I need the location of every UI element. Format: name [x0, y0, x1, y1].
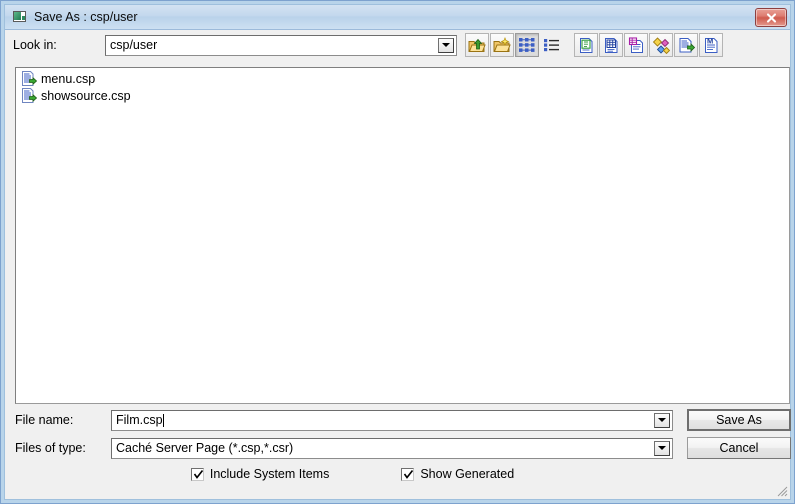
show-generated-label: Show Generated: [420, 467, 515, 481]
show-routine-files-button[interactable]: [674, 33, 698, 57]
chevron-down-icon[interactable]: [654, 440, 670, 456]
files-of-type-row: Files of type: Caché Server Page (*.csp,…: [5, 437, 791, 459]
file-name-row: File name: Film.csp Save As: [5, 409, 791, 431]
look-in-combobox[interactable]: csp/user: [105, 34, 457, 56]
files-of-type-label: Files of type:: [15, 441, 86, 455]
list-view-button[interactable]: [540, 33, 564, 57]
list-item-label: showsource.csp: [41, 88, 131, 103]
svg-text:M: M: [707, 37, 713, 46]
chevron-down-icon[interactable]: [654, 412, 670, 428]
title-bar: Save As : csp/user: [5, 5, 790, 30]
show-macro-files-icon: [652, 36, 670, 54]
save-as-dialog-window: Save As : csp/user Look in: csp/user M m…: [0, 0, 795, 504]
resize-grip[interactable]: [776, 485, 788, 497]
show-mac-files-icon: M: [703, 37, 720, 54]
list-item-label: menu.csp: [41, 71, 96, 86]
chevron-down-icon[interactable]: [438, 37, 454, 53]
list-item[interactable]: menu.csp: [16, 70, 789, 87]
file-name-input[interactable]: Film.csp: [111, 409, 673, 431]
window-title: Save As : csp/user: [34, 10, 138, 24]
include-system-items-label: Include System Items: [209, 467, 330, 481]
dialog-form: File name: Film.csp Save As Files of typ…: [5, 409, 791, 481]
new-folder-icon: [493, 36, 511, 54]
show-csp-files-button[interactable]: [574, 33, 598, 57]
show-routine-files-icon: [678, 37, 695, 54]
list-view-icon: [543, 37, 561, 53]
show-generated-checkbox[interactable]: Show Generated: [401, 467, 514, 481]
cancel-button[interactable]: Cancel: [687, 437, 791, 459]
details-view-icon: [518, 37, 536, 53]
toolbar: M: [465, 33, 724, 57]
file-list-pane[interactable]: menu.csp showsource.csp: [15, 67, 790, 404]
options-row: Include System Items Show Generated: [5, 467, 790, 481]
new-folder-button[interactable]: [490, 33, 514, 57]
file-name-label: File name:: [15, 413, 74, 427]
up-one-level-icon: [468, 37, 486, 54]
close-button[interactable]: [755, 8, 787, 27]
show-mac-files-button[interactable]: M: [699, 33, 723, 57]
checkmark-icon: [190, 467, 204, 481]
up-one-level-button[interactable]: [465, 33, 489, 57]
include-system-items-checkbox[interactable]: Include System Items: [190, 467, 330, 481]
show-class-files-icon: [628, 36, 645, 54]
look-in-row: Look in: csp/user M: [5, 30, 790, 60]
csp-document-icon: [21, 71, 38, 86]
show-table-files-button[interactable]: [599, 33, 623, 57]
studio-window-icon: [12, 10, 28, 24]
list-item[interactable]: showsource.csp: [16, 87, 789, 104]
save-as-button[interactable]: Save As: [687, 409, 791, 431]
show-macro-files-button[interactable]: [649, 33, 673, 57]
text-caret: [162, 413, 164, 427]
look-in-value: csp/user: [110, 38, 158, 52]
file-name-value: Film.csp: [116, 413, 163, 427]
dialog-body: Save As : csp/user Look in: csp/user M m…: [4, 4, 791, 500]
checkmark-icon: [401, 467, 415, 481]
show-table-files-icon: [603, 37, 620, 54]
csp-document-icon: [21, 88, 38, 103]
files-of-type-combobox[interactable]: Caché Server Page (*.csp,*.csr): [111, 437, 673, 459]
show-csp-files-icon: [578, 37, 595, 54]
files-of-type-value: Caché Server Page (*.csp,*.csr): [116, 441, 294, 455]
details-view-button[interactable]: [515, 33, 539, 57]
look-in-label: Look in:: [13, 38, 57, 52]
show-class-files-button[interactable]: [624, 33, 648, 57]
